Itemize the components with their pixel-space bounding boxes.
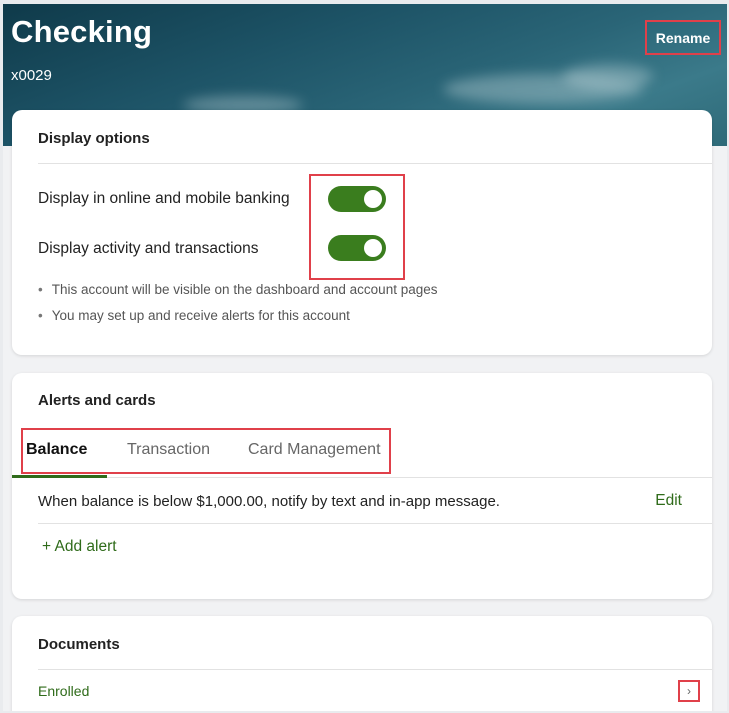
rename-button[interactable]: Rename xyxy=(645,20,721,55)
info-bullet: This account will be visible on the dash… xyxy=(38,282,438,297)
active-tab-indicator xyxy=(12,475,107,478)
toggles-highlight xyxy=(309,174,405,280)
chevron-right-icon: › xyxy=(687,684,691,698)
add-alert-button[interactable]: + Add alert xyxy=(42,538,117,556)
toggle-label-online-mobile: Display in online and mobile banking xyxy=(38,190,290,207)
display-options-title: Display options xyxy=(38,130,150,147)
tabs-highlight xyxy=(21,428,391,474)
edit-alert-link[interactable]: Edit xyxy=(655,492,682,510)
divider xyxy=(38,669,712,670)
alerts-cards-card: Alerts and cards Balance Transaction Car… xyxy=(12,373,712,599)
page-title: Checking xyxy=(11,14,153,49)
alerts-cards-title: Alerts and cards xyxy=(38,392,156,409)
tabs-divider xyxy=(107,477,712,478)
info-bullet: You may set up and receive alerts for th… xyxy=(38,308,350,323)
documents-status: Enrolled xyxy=(38,683,90,699)
documents-card: Documents Enrolled › xyxy=(12,616,712,711)
documents-chevron-button[interactable]: › xyxy=(678,680,700,702)
balance-alert-text: When balance is below $1,000.00, notify … xyxy=(38,493,500,510)
app-frame: Checking x0029 Rename Display options Di… xyxy=(3,4,727,711)
divider xyxy=(38,523,712,524)
divider xyxy=(38,163,712,164)
toggle-label-activity: Display activity and transactions xyxy=(38,240,259,257)
documents-title: Documents xyxy=(38,636,120,653)
account-number: x0029 xyxy=(11,67,52,84)
display-options-card: Display options Display in online and mo… xyxy=(12,110,712,355)
